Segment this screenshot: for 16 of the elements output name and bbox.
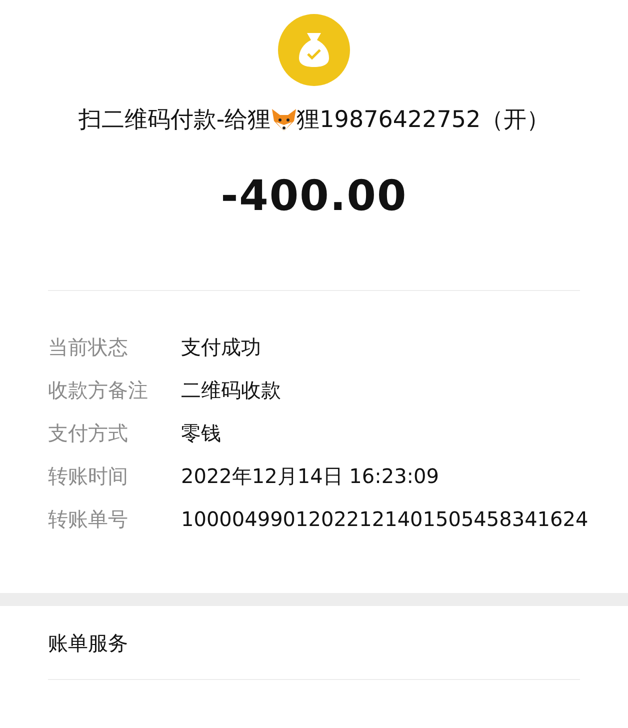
detail-label: 收款方备注	[48, 377, 149, 404]
money-bag-icon	[278, 14, 350, 86]
detail-value: 2022年12月14日 16:23:09	[181, 463, 439, 490]
detail-value: 10000499012022121401505458341624	[181, 506, 588, 533]
detail-label: 当前状态	[48, 334, 129, 361]
bill-service-item[interactable]: 账单服务	[0, 606, 628, 679]
payee-name: 狸19876422752（开）	[296, 106, 550, 135]
payment-title: 扫二维码付款-给狸	[78, 106, 271, 135]
amount: -400.00	[220, 171, 408, 220]
detail-value: 支付成功	[181, 334, 261, 361]
fox-icon	[270, 108, 297, 132]
detail-value: 零钱	[181, 420, 221, 447]
detail-label: 转账单号	[48, 506, 129, 533]
detail-value: 二维码收款	[181, 377, 281, 404]
detail-label: 支付方式	[48, 420, 129, 447]
detail-label: 转账时间	[48, 463, 129, 490]
